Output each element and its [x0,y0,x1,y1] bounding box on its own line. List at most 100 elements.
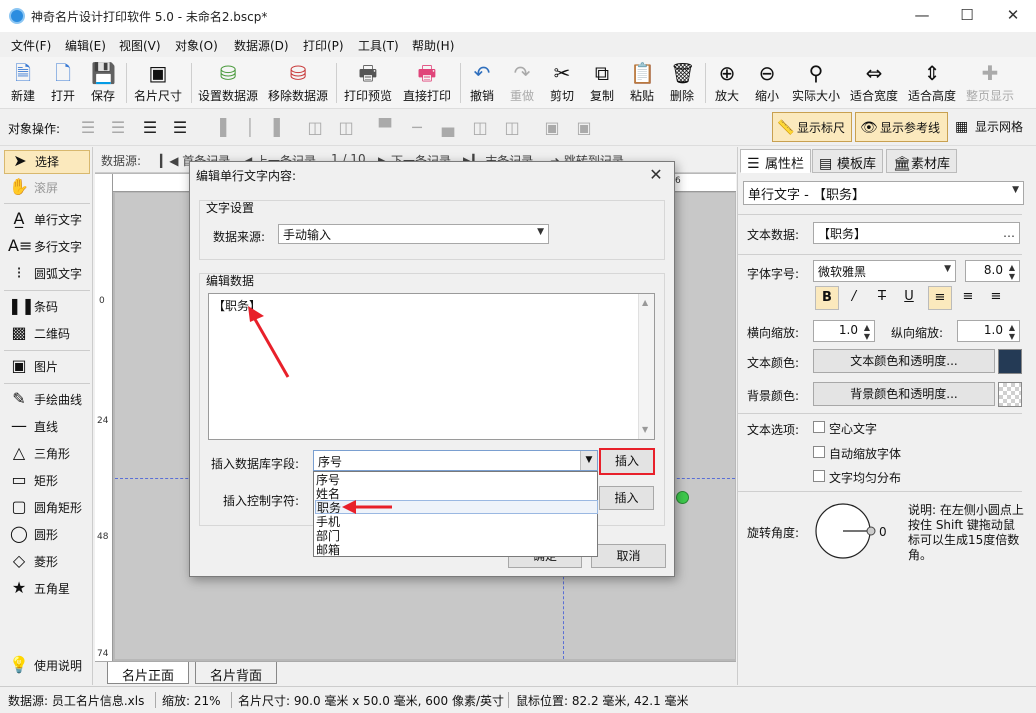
ungroup-icon[interactable]: ▣ [574,118,594,138]
align-center-button[interactable]: ≡ [956,286,980,310]
fit-height-button[interactable]: ⇕ 适合高度 [905,59,959,107]
object-select[interactable]: 单行文字 - 【职务】 ▼ [743,181,1024,205]
send-back-icon[interactable]: ☰ [108,118,128,138]
cut-button[interactable]: ✂ 剪切 [545,59,579,107]
hollow-text-checkbox[interactable] [813,421,825,433]
save-button[interactable]: 💾 保存 [86,59,120,107]
scroll-down-icon[interactable]: ▼ [642,425,648,434]
tab-templates[interactable]: ▤ 模板库 [812,149,884,173]
distribute-h-icon[interactable]: ◫ [305,118,325,138]
tab-properties[interactable]: ☰ 属性栏 [740,149,812,173]
source-select[interactable]: 手动输入 ▼ [278,224,549,244]
help-button[interactable]: 💡 使用说明 [4,655,90,679]
align-middle-icon[interactable]: ─ [407,118,427,138]
tool-select[interactable]: ➤ 选择 [4,150,90,174]
tool-single-text[interactable]: A̲ 单行文字 [4,209,90,233]
strike-button[interactable]: T [870,286,894,310]
minimize-icon[interactable]: — [899,0,945,32]
italic-button[interactable]: / [842,286,866,310]
menu-tools[interactable]: 工具(T) [358,37,399,54]
full-page-button[interactable]: ✚ 整页显示 [963,59,1017,107]
text-color-button[interactable]: 文本颜色和透明度... [813,349,995,373]
menu-view[interactable]: 视图(V) [119,37,161,54]
menu-file[interactable]: 文件(F) [11,37,51,54]
tool-diamond[interactable]: ◇ 菱形 [4,551,90,575]
redo-button[interactable]: ↷ 重做 [505,59,539,107]
text-color-swatch[interactable] [998,349,1022,374]
zoom-in-button[interactable]: ⊕ 放大 [710,59,744,107]
tool-barcode[interactable]: ❚❚条码 [4,296,90,320]
font-size-stepper[interactable]: 8.0 ▲ ▼ [965,260,1020,282]
tool-star[interactable]: ★ 五角星 [4,578,90,602]
tool-line[interactable]: — 直线 [4,416,90,440]
font-select[interactable]: 微软雅黑 ▼ [813,260,956,282]
remove-datasource-button[interactable]: ⛁ 移除数据源 [266,59,330,107]
menu-object[interactable]: 对象(O) [175,37,218,54]
text-data-field[interactable]: 【职务】… [813,222,1020,244]
tool-freehand[interactable]: ✎ 手绘曲线 [4,389,90,413]
bg-color-button[interactable]: 背景颜色和透明度... [813,382,995,406]
hscale-stepper[interactable]: 1.0 ▲ ▼ [813,320,875,342]
align-center-icon[interactable]: │ [240,118,260,138]
new-button[interactable]: 🗎 新建 [6,59,40,107]
maximize-icon[interactable]: ☐ [944,0,990,32]
field-option[interactable]: 序号 [315,473,598,487]
menu-print[interactable]: 打印(P) [303,37,344,54]
selection-handle[interactable] [676,491,689,504]
scrollbar[interactable]: ▲ ▼ [638,294,654,439]
same-height-icon[interactable]: ◫ [502,118,522,138]
tool-rectangle[interactable]: ▭ 矩形 [4,470,90,494]
distribute-v-icon[interactable]: ◫ [336,118,356,138]
same-width-icon[interactable]: ◫ [470,118,490,138]
align-bottom-icon[interactable]: ▄ [438,118,458,138]
copy-button[interactable]: ⧉ 复制 [585,59,619,107]
open-button[interactable]: 🗋 打开 [46,59,80,107]
actual-size-button[interactable]: ⚲ 实际大小 [789,59,843,107]
menu-edit[interactable]: 编辑(E) [65,37,106,54]
tab-front[interactable]: 名片正面 [107,662,190,684]
align-left-button[interactable]: ≡ [928,286,952,310]
print-preview-button[interactable]: 🖶 打印预览 [341,59,395,107]
fit-width-button[interactable]: ⇔ 适合宽度 [848,59,900,107]
insert-ctrl-button[interactable]: 插入 [599,486,654,510]
layer-down-icon[interactable]: ☰ [170,118,190,138]
rotation-handle[interactable] [866,526,876,536]
tab-materials[interactable]: 🏛素材库 [886,149,958,173]
set-datasource-button[interactable]: ⛁ 设置数据源 [196,59,260,107]
cancel-button[interactable]: 取消 [591,544,666,568]
tool-multi-text[interactable]: A≡ 多行文字 [4,236,90,260]
bg-color-swatch[interactable] [998,382,1022,407]
bold-button[interactable]: B [815,286,839,310]
tool-scroll[interactable]: ✋ 滚屏 [4,177,90,201]
align-right-button[interactable]: ≡ [984,286,1008,310]
print-button[interactable]: 🖶 直接打印 [400,59,454,107]
vscale-stepper[interactable]: 1.0 ▲ ▼ [957,320,1020,342]
tool-arc-text[interactable]: ⁝ 圆弧文字 [4,263,90,287]
card-size-button[interactable]: ▣ 名片尺寸 [131,59,185,107]
scroll-up-icon[interactable]: ▲ [642,298,648,307]
tool-rounded-rect[interactable]: ▢ 圆角矩形 [4,497,90,521]
underline-button[interactable]: U [897,286,921,310]
undo-button[interactable]: ↶ 撤销 [465,59,499,107]
group-icon[interactable]: ▣ [542,118,562,138]
align-left-icon[interactable]: ▐ [210,118,230,138]
rotation-dial[interactable] [815,502,879,560]
auto-scale-checkbox[interactable] [813,446,825,458]
delete-button[interactable]: 🗑 删除 [665,59,699,107]
paste-button[interactable]: 📋 粘贴 [625,59,659,107]
align-right-icon[interactable]: ▌ [270,118,290,138]
even-distribute-checkbox[interactable] [813,470,825,482]
menu-help[interactable]: 帮助(H) [412,37,454,54]
field-select[interactable]: 序号 ▼ [313,450,598,471]
field-option[interactable]: 邮箱 [315,543,598,557]
menu-datasource[interactable]: 数据源(D) [234,37,289,54]
field-option[interactable]: 部门 [315,529,598,543]
tool-triangle[interactable]: △ 三角形 [4,443,90,467]
tool-image[interactable]: ▣ 图片 [4,356,90,380]
tool-qrcode[interactable]: ▩ 二维码 [4,323,90,347]
insert-field-button[interactable]: 插入 [599,448,655,475]
close-window-icon[interactable]: ✕ [990,0,1036,32]
close-icon[interactable]: ✕ [644,163,668,187]
zoom-out-button[interactable]: ⊖ 缩小 [750,59,784,107]
tab-back[interactable]: 名片背面 [195,662,278,684]
